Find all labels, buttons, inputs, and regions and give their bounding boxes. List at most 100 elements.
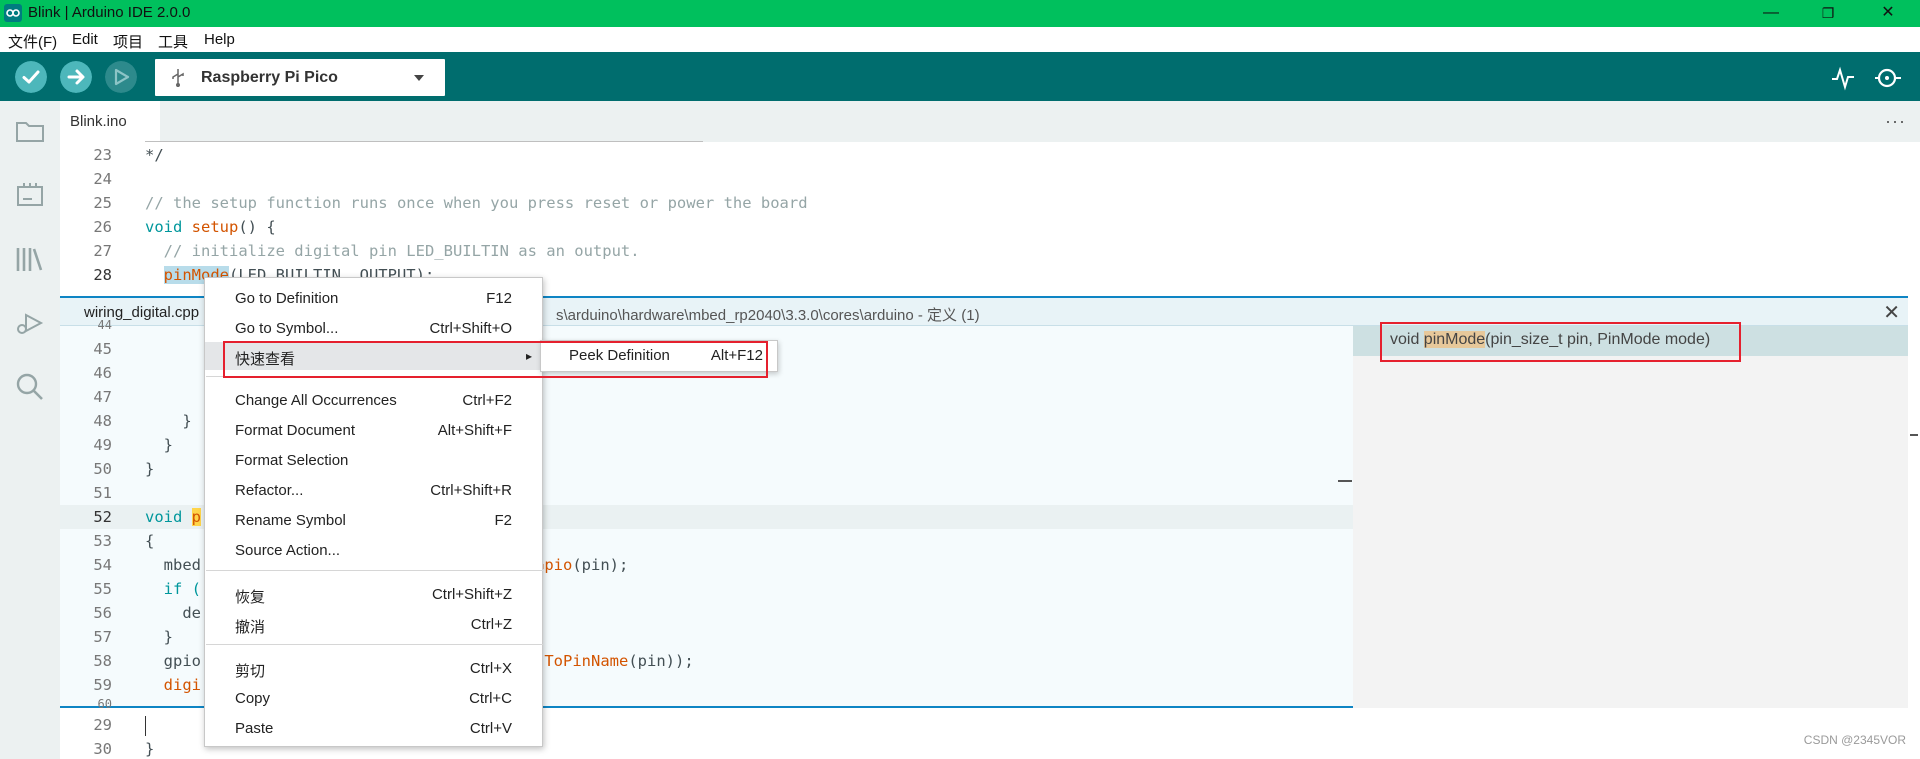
code-line: if ( [145,580,201,598]
function-name: setup [191,218,239,236]
code-line-tail: nToPinName(pin)); [535,652,694,670]
code-text: (pin); [572,556,629,574]
code-line: } [145,436,173,454]
line-number: 60 [97,697,112,711]
code-line: } [145,628,173,646]
menu-item-label: Refactor... [235,482,304,499]
board-selector[interactable]: Raspberry Pi Pico [155,59,445,96]
menu-item-format-selection[interactable]: Format Selection [205,446,542,474]
line-number: 55 [93,580,112,598]
menu-item-copy[interactable]: Copy Ctrl+C [205,684,542,712]
menu-item-label: 撤消 [235,619,266,636]
code-line: } [145,460,155,478]
debug-icon[interactable] [14,307,46,339]
line-number: 54 [93,556,112,574]
search-icon[interactable] [14,371,46,403]
line-number: 23 [93,146,112,164]
code-text: () { [238,218,276,236]
menu-project[interactable]: 项目 [113,31,143,52]
line-number: 48 [93,412,112,430]
text-cursor [145,716,146,736]
menu-item-change-all-occurrences[interactable]: Change All Occurrences Ctrl+F2 [205,386,542,414]
line-number: 44 [97,318,112,332]
line-number: 25 [93,194,112,212]
menu-item-shortcut: Ctrl+Z [470,616,512,633]
serial-plotter-button[interactable] [1830,65,1856,91]
divider [145,141,703,142]
close-icon[interactable]: ✕ [1883,300,1900,325]
menu-item-go-to-symbol[interactable]: Go to Symbol... Ctrl+Shift+O [205,314,542,342]
arduino-logo-icon [4,4,22,22]
left-sidebar [0,101,60,759]
menu-item-undo[interactable]: 撤消 Ctrl+Z [205,610,542,638]
peek-file-path: s\arduino\hardware\mbed_rp2040\3.3.0\cor… [556,307,980,324]
editor-tab-bar: Blink.ino ··· [60,101,1920,142]
menu-item-rename-symbol[interactable]: Rename Symbol F2 [205,506,542,534]
menu-help[interactable]: Help [204,31,235,48]
code-line: */ [145,146,164,164]
line-number: 56 [93,604,112,622]
line-number: 29 [93,716,112,734]
menu-item-label: Source Action... [235,542,341,559]
code-line: void p [145,508,202,526]
tab-blink-ino[interactable]: Blink.ino [60,101,160,142]
highlighted-symbol: p [191,508,202,526]
close-window-button[interactable]: ✕ [1873,2,1903,24]
verify-button[interactable] [15,61,47,93]
title-bar: Blink | Arduino IDE 2.0.0 — ❐ ✕ [0,0,1920,27]
menu-item-shortcut: F2 [494,512,512,529]
menu-item-label: 剪切 [235,663,266,680]
menu-separator [206,570,543,571]
overview-ruler-mark [1338,480,1352,482]
watermark: CSDN @2345VOR [1803,733,1906,747]
line-number: 59 [93,676,112,694]
code-line: { [145,532,155,550]
menu-item-label: Copy [235,690,271,707]
code-line: digi [145,676,201,694]
menu-tools[interactable]: 工具 [158,31,188,52]
window-title: Blink | Arduino IDE 2.0.0 [28,4,191,21]
upload-button[interactable] [60,61,92,93]
code-line: } [145,412,192,430]
menu-edit[interactable]: Edit [72,31,98,48]
code-line: // initialize digital pin LED_BUILTIN as… [145,242,640,260]
menu-item-refactor[interactable]: Refactor... Ctrl+Shift+R [205,476,542,504]
menu-item-paste[interactable]: Paste Ctrl+V [205,714,542,742]
keyword: void [145,508,183,526]
board-icon[interactable] [14,179,46,211]
menu-item-go-to-definition[interactable]: Go to Definition F12 [205,284,542,312]
board-name: Raspberry Pi Pico [201,69,338,86]
menu-item-source-action[interactable]: Source Action... [205,536,542,564]
menu-item-label: Format Selection [235,452,349,469]
menu-file[interactable]: 文件(F) [8,31,57,52]
menu-item-shortcut: Ctrl+C [469,690,512,707]
code-line-tail: Gpio(pin); [535,556,628,574]
restore-button[interactable]: ❐ [1813,2,1843,24]
line-number: 24 [93,170,112,188]
folder-icon[interactable] [14,115,46,147]
menu-item-shortcut: Ctrl+F2 [462,392,512,409]
menu-item-label: Go to Definition [235,290,339,307]
code-line: void setup() { [145,218,276,236]
line-number: 49 [93,436,112,454]
line-number: 27 [93,242,112,260]
menu-item-label: Format Document [235,422,356,439]
keyword: void [145,218,183,236]
line-number: 28 [93,266,112,284]
annotation-box-reference [1380,322,1741,362]
line-number: 51 [93,484,112,502]
debug-button[interactable] [105,61,137,93]
menu-item-redo[interactable]: 恢复 Ctrl+Shift+Z [205,580,542,608]
minimize-button[interactable]: — [1756,2,1786,24]
line-number: 47 [93,388,112,406]
library-icon[interactable] [14,243,46,275]
menu-item-label: Change All Occurrences [235,392,397,409]
scrollbar-mark [1910,434,1918,436]
more-actions-icon[interactable]: ··· [1885,111,1906,132]
menu-item-cut[interactable]: 剪切 Ctrl+X [205,654,542,682]
toolbar: Raspberry Pi Pico [0,52,1920,101]
menu-item-format-document[interactable]: Format Document Alt+Shift+F [205,416,542,444]
tab-label: Blink.ino [70,113,127,130]
line-number: 50 [93,460,112,478]
serial-monitor-button[interactable] [1873,64,1903,92]
